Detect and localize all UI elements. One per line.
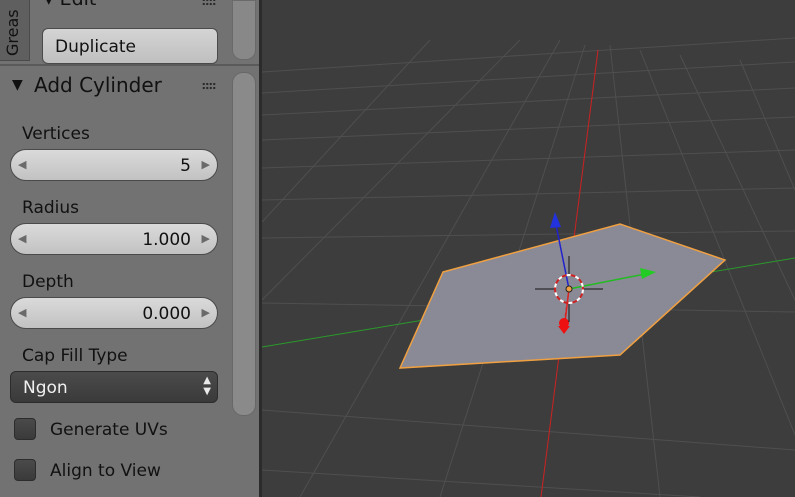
- radius-field[interactable]: ◀ 1.000 ▶: [10, 223, 218, 255]
- cap-fill-type-select[interactable]: Ngon ▲ ▼: [10, 371, 218, 403]
- duplicate-button[interactable]: Duplicate: [42, 28, 218, 64]
- increment-arrow-icon[interactable]: ▶: [202, 158, 210, 171]
- generate-uvs-label[interactable]: Generate UVs: [50, 420, 168, 440]
- panel-title[interactable]: Add Cylinder: [34, 73, 162, 97]
- vertices-field[interactable]: ◀ 5 ▶: [10, 149, 218, 181]
- vertices-label: Vertices: [22, 124, 90, 144]
- panel-divider: [0, 64, 259, 66]
- radius-label: Radius: [22, 198, 80, 218]
- tab-grease-pencil[interactable]: Greas: [0, 0, 30, 61]
- collapse-arrow-icon[interactable]: ▼: [12, 77, 23, 93]
- vertices-value: 5: [180, 156, 191, 176]
- increment-arrow-icon[interactable]: ▶: [202, 306, 210, 319]
- tab-label: Greas: [3, 9, 22, 56]
- scrollbar[interactable]: [232, 0, 256, 60]
- decrement-arrow-icon[interactable]: ◀: [18, 158, 26, 171]
- align-to-view-label[interactable]: Align to View: [50, 461, 161, 481]
- drag-grip-icon[interactable]: [202, 0, 216, 6]
- 3d-viewport[interactable]: [262, 0, 795, 497]
- depth-value: 0.000: [142, 304, 191, 324]
- depth-field[interactable]: ◀ 0.000 ▶: [10, 297, 218, 329]
- generate-uvs-checkbox[interactable]: [14, 418, 36, 440]
- object-origin-icon: [565, 285, 573, 293]
- up-down-arrows-icon: ▲ ▼: [203, 375, 211, 397]
- cap-fill-value: Ngon: [23, 378, 68, 398]
- drag-grip-icon[interactable]: [202, 82, 216, 90]
- panel-header-edit[interactable]: ▾ Edit: [44, 0, 96, 10]
- decrement-arrow-icon[interactable]: ◀: [18, 232, 26, 245]
- radius-value: 1.000: [142, 230, 191, 250]
- increment-arrow-icon[interactable]: ▶: [202, 232, 210, 245]
- align-to-view-checkbox[interactable]: [14, 459, 36, 481]
- scrollbar[interactable]: [232, 72, 256, 416]
- depth-label: Depth: [22, 272, 74, 292]
- cap-fill-type-label: Cap Fill Type: [22, 346, 128, 366]
- decrement-arrow-icon[interactable]: ◀: [18, 306, 26, 319]
